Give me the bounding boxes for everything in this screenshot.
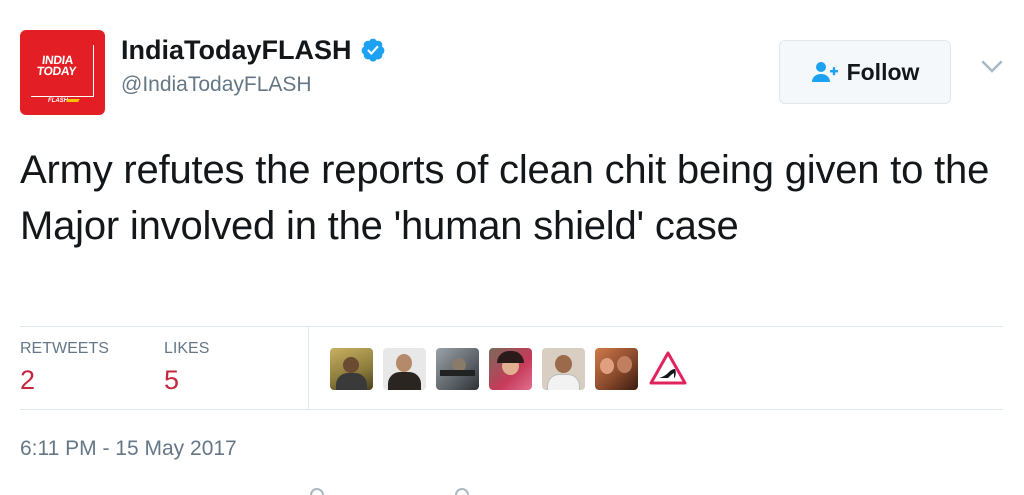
liker-avatar-5[interactable] [542, 348, 585, 390]
profile-avatar[interactable]: INDIA TODAY FLASH [20, 30, 105, 115]
display-name-row[interactable]: IndiaTodayFLASH [121, 34, 386, 66]
retweets-count: 2 [20, 365, 36, 395]
display-name[interactable]: IndiaTodayFLASH [121, 34, 352, 66]
tweet-timestamp[interactable]: 6:11 PM - 15 May 2017 [20, 436, 237, 462]
follow-label: Follow [846, 58, 920, 85]
stats-separator [308, 327, 309, 409]
retweets-stat[interactable]: RETWEETS 2 [20, 340, 109, 396]
liker-avatar-4[interactable] [489, 348, 532, 390]
likes-label: LIKES [164, 340, 210, 357]
tweet-action-bar [300, 488, 600, 495]
stats-divider-bottom [20, 409, 1003, 410]
liker-avatar-3[interactable] [436, 348, 479, 390]
chevron-down-icon[interactable] [981, 60, 1003, 74]
follow-button[interactable]: Follow [779, 40, 951, 104]
retweet-icon[interactable] [455, 488, 469, 495]
likes-count: 5 [164, 365, 180, 395]
avatar-logo-text: INDIA TODAY [36, 53, 77, 78]
add-user-icon [811, 62, 838, 82]
liker-avatar-1[interactable] [330, 348, 373, 390]
verified-badge-icon [361, 38, 384, 62]
tweet-header: INDIA TODAY FLASH IndiaTodayFLASH @India… [20, 30, 1010, 116]
retweets-label: RETWEETS [20, 340, 109, 357]
user-handle[interactable]: @IndiaTodayFLASH [121, 72, 386, 98]
reply-icon[interactable] [310, 488, 324, 495]
liker-avatar-2[interactable] [383, 348, 426, 390]
avatar-flash-mark [66, 99, 80, 102]
stats-divider-top [20, 326, 1003, 327]
liker-avatar-6[interactable] [595, 348, 638, 390]
likes-stat[interactable]: LIKES 5 [164, 340, 209, 396]
likers-avatar-list [330, 348, 688, 390]
tweet-text: Army refutes the reports of clean chit b… [20, 148, 990, 248]
avatar-logo-subtext: FLASH [48, 98, 68, 104]
user-name-block: IndiaTodayFLASH @IndiaTodayFLASH [121, 34, 386, 98]
high-heel-warning-icon[interactable] [648, 349, 688, 389]
